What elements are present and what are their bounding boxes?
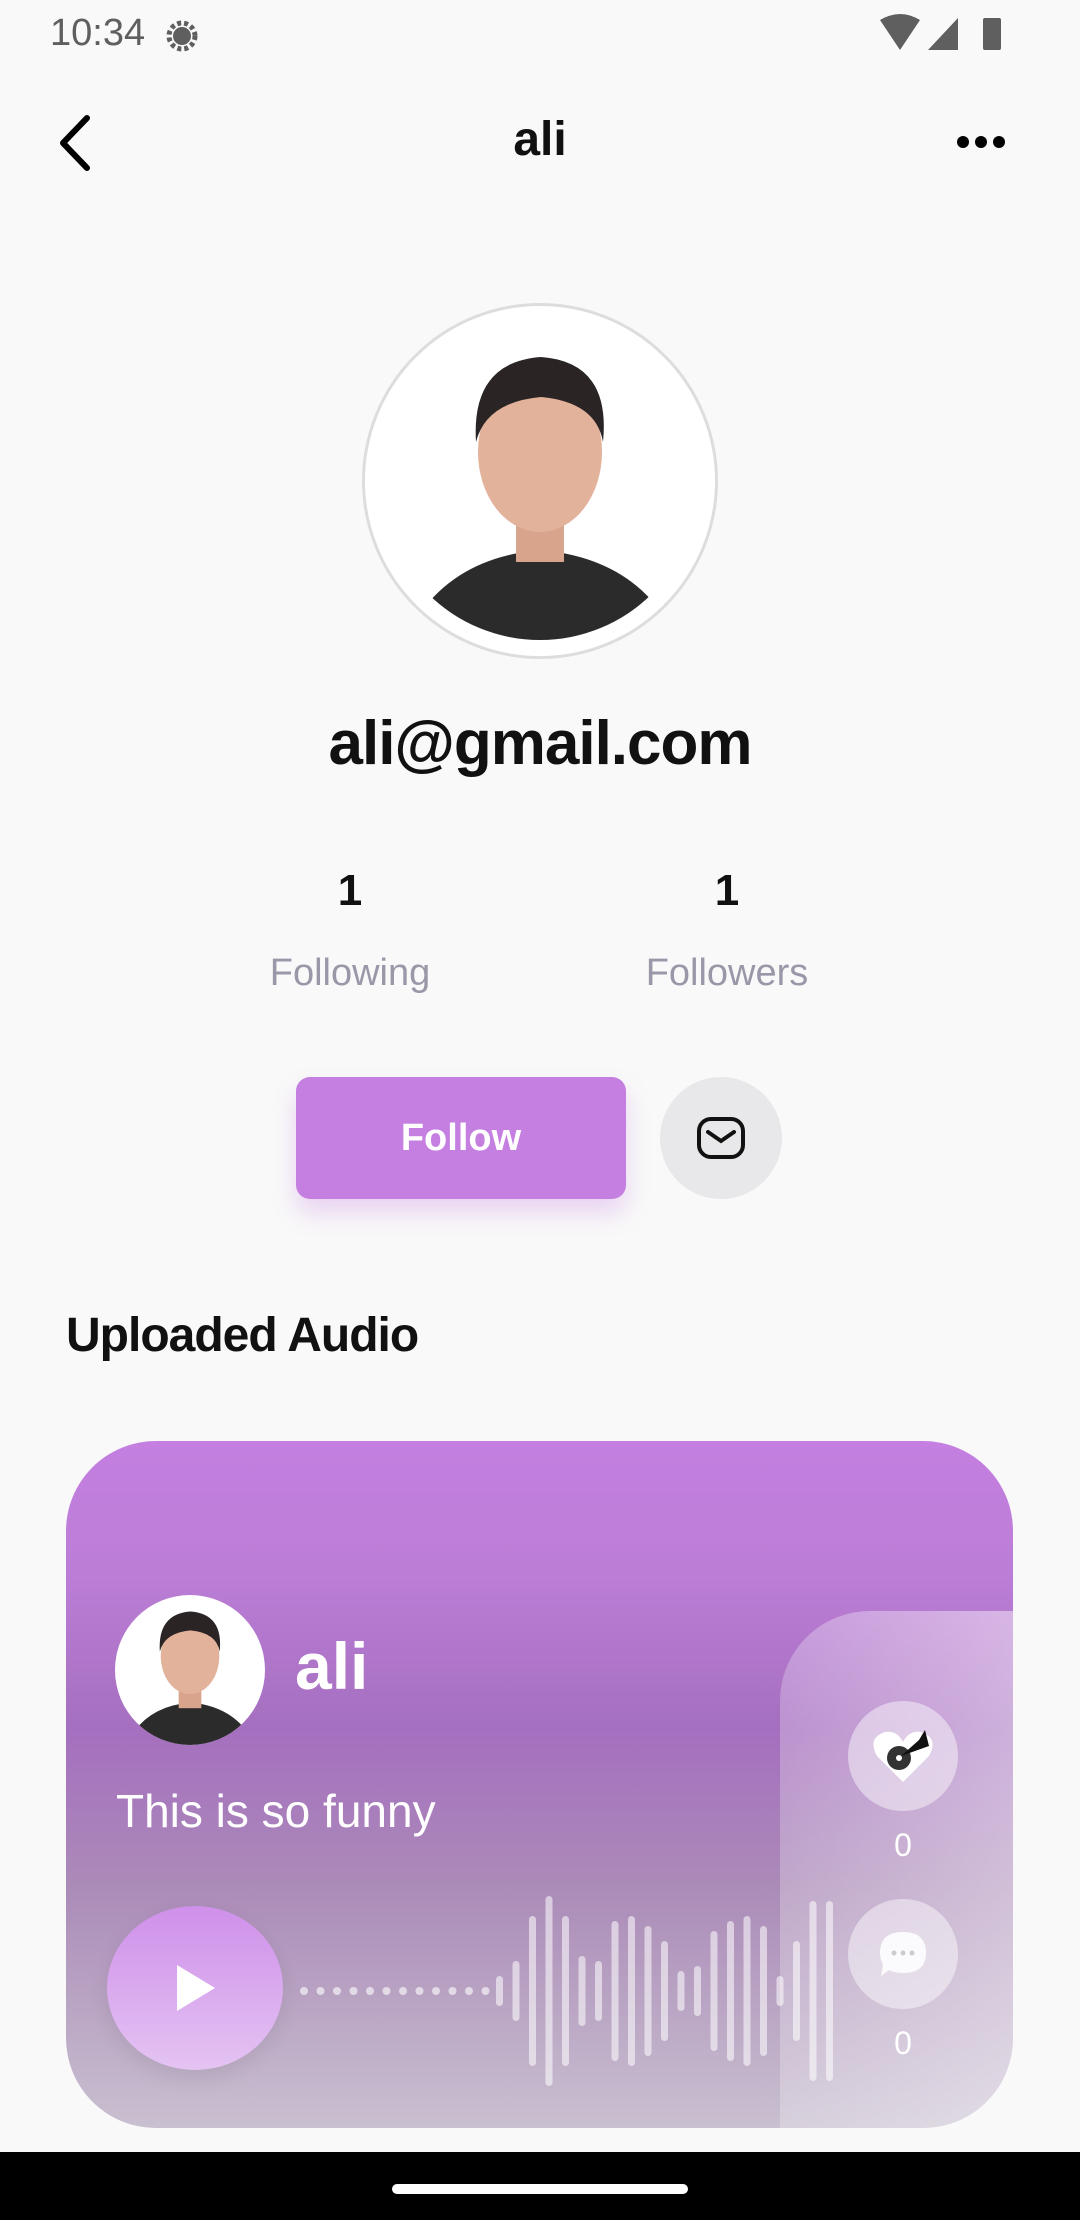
waveform-bar [512, 1961, 520, 2021]
followers-label[interactable]: Followers [577, 952, 877, 995]
waveform-bar [661, 1941, 668, 2041]
card-avatar[interactable] [115, 1595, 265, 1745]
waveform-bar [809, 1901, 817, 2081]
waveform-bar [628, 1916, 635, 2066]
waveform-dot [448, 1987, 457, 1995]
page-title: ali [513, 113, 567, 166]
waveform-dot [349, 1987, 358, 1995]
comment-icon [880, 1932, 926, 1976]
waveform-bar [611, 1921, 619, 2061]
waveform-bar [529, 1916, 536, 2066]
play-icon [177, 1965, 215, 2011]
waveform-dot [300, 1987, 308, 1995]
like-count: 0 [894, 1827, 912, 1863]
waveform-bar [727, 1921, 734, 2061]
comment-button[interactable] [848, 1899, 958, 2009]
waveform-bar [760, 1926, 767, 2056]
waveform-bar [826, 1901, 833, 2081]
card-caption: This is so funny [116, 1785, 436, 1837]
more-options-icon[interactable] [956, 132, 1006, 152]
play-button[interactable] [107, 1906, 283, 2070]
profile-email: ali@gmail.com [328, 709, 752, 778]
system-status-icons [880, 14, 1001, 50]
waveform-dot [382, 1987, 391, 1995]
waveform-dot [465, 1987, 473, 1995]
waveform-dot [432, 1987, 440, 1995]
waveform-bar [743, 1916, 751, 2066]
waveform-dot [316, 1987, 325, 1995]
settings-notification-icon [166, 20, 198, 52]
heart-record-icon [873, 1730, 933, 1782]
like-button[interactable] [848, 1701, 958, 1811]
followers-count[interactable]: 1 [577, 866, 877, 916]
mail-icon [697, 1117, 745, 1159]
waveform-bar [694, 1966, 701, 2016]
waveform-bar [545, 1896, 553, 2086]
status-time: 10:34 [50, 12, 146, 54]
waveform-bar [595, 1961, 602, 2021]
message-button[interactable] [660, 1077, 782, 1199]
waveform-bar [793, 1941, 800, 2041]
comment-count: 0 [894, 2025, 912, 2061]
waveform-bar [578, 1956, 586, 2026]
card-user-photo [133, 1611, 248, 1745]
home-handle[interactable] [392, 2184, 688, 2194]
section-title: Uploaded Audio [66, 1309, 419, 1362]
audio-card[interactable]: ali This is so funny 0 0 [66, 1441, 1013, 2128]
waveform-bar [496, 1976, 503, 2006]
waveform-dot [399, 1987, 407, 1995]
follow-button[interactable]: Follow [296, 1077, 626, 1199]
waveform-bar [562, 1916, 569, 2066]
following-label[interactable]: Following [200, 952, 500, 995]
waveform-dot [366, 1987, 374, 1995]
waveform-dot [415, 1987, 424, 1995]
card-username[interactable]: ali [295, 1628, 368, 1704]
audio-waveform[interactable] [294, 1896, 834, 2086]
waveform-bar [677, 1971, 685, 2011]
waveform-bar [710, 1931, 718, 2051]
following-count[interactable]: 1 [200, 866, 500, 916]
profile-avatar [362, 303, 718, 659]
waveform-dot [333, 1987, 341, 1995]
profile-photo [421, 357, 661, 640]
waveform-dot [481, 1987, 490, 1995]
waveform-bar [644, 1926, 652, 2056]
waveform-bar [776, 1976, 784, 2006]
